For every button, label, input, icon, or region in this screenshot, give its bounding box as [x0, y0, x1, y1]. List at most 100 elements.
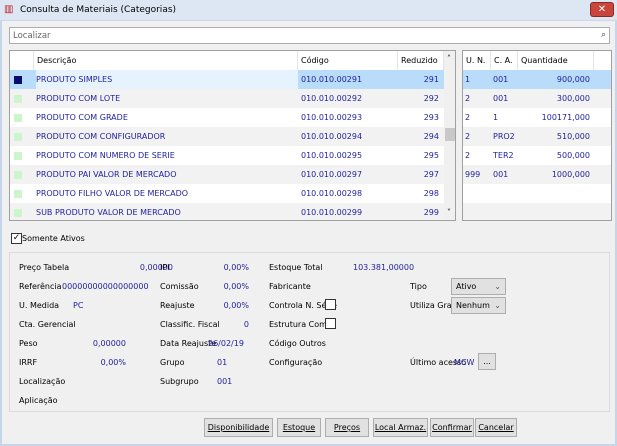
- controla-serie-checkbox[interactable]: [325, 299, 336, 310]
- title-bar: ▥ Consulta de Materiais (Categorias) ✕: [0, 0, 617, 21]
- material-row[interactable]: PRODUTO PAI VALOR DE MERCADO 010.010.002…: [10, 165, 444, 184]
- material-description: PRODUTO COM LOTE: [36, 94, 121, 103]
- stock-quantity: 100171,000: [541, 113, 590, 122]
- stock-un: 2: [465, 132, 471, 141]
- details-panel: [9, 252, 610, 412]
- reajuste-value: 0,00%: [223, 301, 249, 310]
- material-description: PRODUTO COM CONFIGURADOR: [36, 132, 166, 141]
- fabricante-label: Fabricante: [269, 282, 311, 291]
- stock-ca: TER2: [493, 151, 514, 160]
- ultimo-acesso-button[interactable]: ...: [478, 353, 496, 370]
- material-description: SUB PRODUTO VALOR DE MERCADO: [36, 208, 181, 217]
- close-button[interactable]: ✕: [590, 2, 614, 17]
- material-code: 010.010.00298: [301, 189, 363, 198]
- row-indicator-icon: [14, 209, 22, 217]
- stock-ca: 1: [493, 113, 499, 122]
- row-indicator-icon: [14, 171, 22, 179]
- local-armaz-button[interactable]: Local Armaz.: [373, 418, 428, 437]
- chevron-down-icon: ⌄: [494, 301, 501, 310]
- ipi-label: IPI: [160, 263, 170, 272]
- material-reduced: 294: [423, 132, 439, 141]
- stock-un: 2: [465, 113, 471, 122]
- col-header-descricao[interactable]: Descrição: [34, 51, 298, 70]
- scrollbar-thumb[interactable]: [445, 128, 455, 141]
- magnifier-icon[interactable]: ⌕: [601, 30, 606, 40]
- material-description: PRODUTO PAI VALOR DE MERCADO: [36, 170, 177, 179]
- material-row[interactable]: PRODUTO FILHO VALOR DE MERCADO 010.010.0…: [10, 184, 444, 203]
- search-input[interactable]: Localizar ⌕: [9, 27, 610, 44]
- material-code: 010.010.00295: [301, 151, 363, 160]
- stock-quantity: 1000,000: [551, 170, 590, 179]
- ultimo-acesso-value: MCW: [454, 358, 475, 367]
- tipo-select[interactable]: Ativo ⌄: [451, 278, 506, 295]
- data-reajuste-value: 26/02/19: [208, 339, 244, 348]
- row-indicator-icon: [14, 114, 22, 122]
- material-row[interactable]: PRODUTO COM CONFIGURADOR 010.010.00294 2…: [10, 127, 444, 146]
- localizacao-label: Localização: [19, 377, 66, 386]
- u-medida-value: PC: [73, 301, 84, 310]
- tipo-value: Ativo: [456, 282, 477, 291]
- col-header-codigo[interactable]: Código: [298, 51, 398, 70]
- estoque-button[interactable]: Estoque: [277, 418, 321, 437]
- material-description: PRODUTO FILHO VALOR DE MERCADO: [36, 189, 189, 198]
- material-description: PRODUTO COM GRADE: [36, 113, 128, 122]
- material-code: 010.010.00292: [301, 94, 363, 103]
- stock-ca: 001: [493, 94, 509, 103]
- tipo-label: Tipo: [410, 282, 427, 291]
- material-row[interactable]: PRODUTO SIMPLES 010.010.00291 291: [10, 70, 444, 89]
- cta-gerencial-label: Cta. Gerencial: [19, 320, 76, 329]
- row-indicator-icon: [14, 190, 22, 198]
- reajuste-label: Reajuste: [160, 301, 195, 310]
- col-header-ca[interactable]: C. A.: [491, 51, 518, 70]
- stock-table[interactable]: U. N. C. A. Quantidade 1 001 900,000 2 00…: [462, 50, 612, 221]
- material-row[interactable]: PRODUTO COM GRADE 010.010.00293 293: [10, 108, 444, 127]
- checkmark-icon[interactable]: ✓: [11, 233, 22, 244]
- stock-row[interactable]: 2 1 100171,000: [463, 108, 611, 127]
- cancelar-button[interactable]: Cancelar: [475, 418, 517, 437]
- vertical-scrollbar[interactable]: ˄ ˅: [444, 51, 455, 220]
- material-row[interactable]: SUB PRODUTO VALOR DE MERCADO 010.010.002…: [10, 203, 444, 220]
- col-header-un[interactable]: U. N.: [463, 51, 491, 70]
- stock-row[interactable]: 999 001 1000,000: [463, 165, 611, 184]
- scroll-down-icon[interactable]: ˅: [447, 208, 451, 217]
- material-row[interactable]: PRODUTO COM LOTE 010.010.00292 292: [10, 89, 444, 108]
- material-row[interactable]: PRODUTO COM NUMERO DE SERIE 010.010.0029…: [10, 146, 444, 165]
- material-reduced: 292: [423, 94, 439, 103]
- row-indicator-icon: [14, 95, 22, 103]
- search-placeholder: Localizar: [13, 31, 51, 41]
- row-indicator-icon: [14, 152, 22, 160]
- empty-row: [463, 184, 611, 203]
- col-header-reduzido[interactable]: Reduzido: [398, 51, 444, 70]
- preco-tabela-label: Preço Tabela: [19, 263, 70, 272]
- stock-quantity: 300,000: [556, 94, 590, 103]
- referencia-label: Referência: [19, 282, 62, 291]
- scroll-up-icon[interactable]: ˄: [447, 54, 451, 63]
- u-medida-label: U. Medida: [19, 301, 60, 310]
- material-code: 010.010.00291: [301, 75, 363, 84]
- stock-row[interactable]: 2 001 300,000: [463, 89, 611, 108]
- utiliza-grade-value: Nenhum: [456, 301, 490, 310]
- estrutura-com-checkbox[interactable]: [325, 318, 336, 329]
- row-indicator-icon: [14, 76, 22, 84]
- configuracao-label: Configuração: [269, 358, 323, 367]
- confirmar-button[interactable]: Confirmar: [430, 418, 474, 437]
- stock-row[interactable]: 2 TER2 500,000: [463, 146, 611, 165]
- material-reduced: 295: [423, 151, 439, 160]
- comissao-value: 0,00%: [223, 282, 249, 291]
- ipi-value: 0,00%: [223, 263, 249, 272]
- comissao-label: Comissão: [160, 282, 199, 291]
- utiliza-grade-select[interactable]: Nenhum ⌄: [451, 297, 506, 314]
- material-reduced: 298: [423, 189, 439, 198]
- precos-button[interactable]: Preços: [325, 418, 369, 437]
- col-header-quantidade[interactable]: Quantidade: [518, 51, 594, 70]
- stock-row[interactable]: 1 001 900,000: [463, 70, 611, 89]
- window-title: Consulta de Materiais (Categorias): [20, 5, 177, 15]
- irrf-label: IRRF: [19, 358, 38, 367]
- peso-label: Peso: [19, 339, 38, 348]
- stock-row[interactable]: 2 PRO2 510,000: [463, 127, 611, 146]
- material-reduced: 297: [423, 170, 439, 179]
- materials-table[interactable]: Descrição Código Reduzido PRODUTO SIMPLE…: [9, 50, 456, 221]
- stock-ca: 001: [493, 75, 509, 84]
- disponibilidade-button[interactable]: Disponibilidade: [204, 418, 273, 437]
- aplicacao-label: Aplicação: [19, 396, 58, 405]
